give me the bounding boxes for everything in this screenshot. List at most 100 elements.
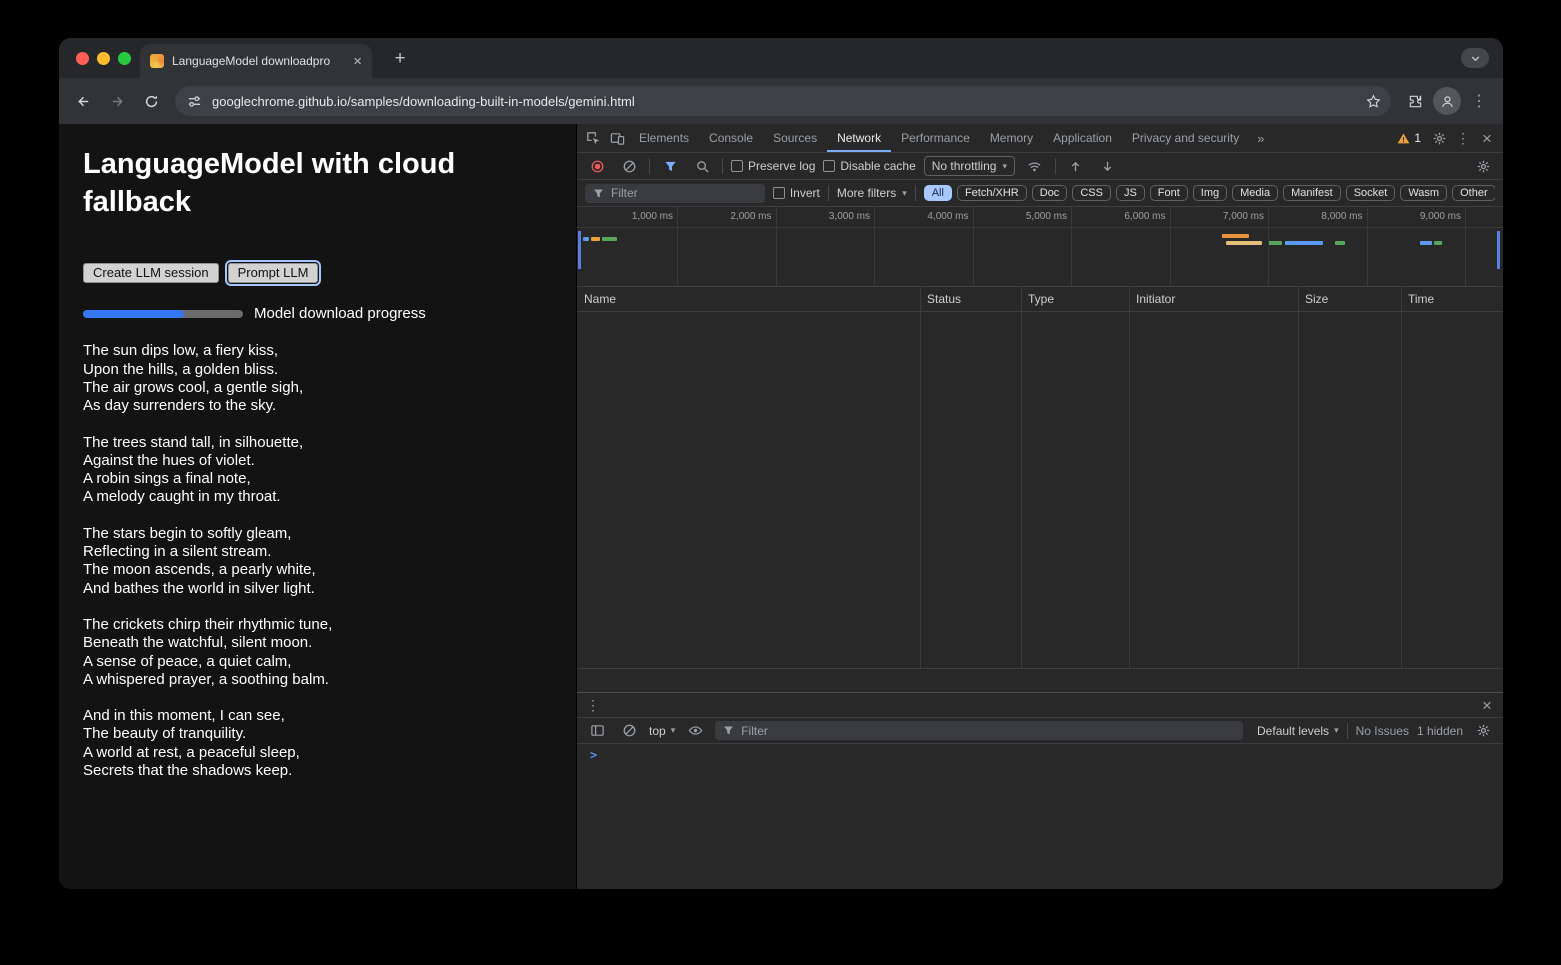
minimize-window-button[interactable] bbox=[97, 52, 110, 65]
column-divider[interactable] bbox=[920, 287, 921, 668]
console-settings-button[interactable] bbox=[1471, 720, 1495, 742]
network-conditions-icon[interactable] bbox=[1023, 155, 1047, 177]
more-filters-dropdown[interactable]: More filters ▾ bbox=[837, 186, 907, 200]
timeline-gridline bbox=[677, 207, 678, 286]
bookmark-star-icon[interactable] bbox=[1360, 88, 1386, 114]
prompt-llm-button[interactable]: Prompt LLM bbox=[228, 263, 319, 283]
filter-chip-css[interactable]: CSS bbox=[1072, 185, 1111, 201]
filter-chip-doc[interactable]: Doc bbox=[1032, 185, 1068, 201]
devtools-settings-button[interactable] bbox=[1427, 127, 1451, 149]
devtools-close-button[interactable]: × bbox=[1475, 127, 1499, 149]
filter-chip-other[interactable]: Other bbox=[1452, 185, 1495, 201]
timeline-right-handle[interactable] bbox=[1497, 231, 1500, 269]
new-tab-button[interactable]: + bbox=[387, 46, 413, 72]
filter-chip-wasm[interactable]: Wasm bbox=[1400, 185, 1447, 201]
reload-button[interactable] bbox=[135, 85, 167, 117]
console-filter-input[interactable]: Filter bbox=[715, 721, 1243, 740]
clear-console-button[interactable] bbox=[617, 720, 641, 742]
disable-cache-checkbox[interactable]: Disable cache bbox=[823, 159, 915, 173]
clear-network-log-button[interactable] bbox=[617, 155, 641, 177]
close-window-button[interactable] bbox=[76, 52, 89, 65]
issues-status[interactable]: No Issues bbox=[1356, 724, 1409, 738]
timeline-activity-bar bbox=[583, 237, 589, 241]
preserve-log-checkbox[interactable]: Preserve log bbox=[731, 159, 815, 173]
devtools-tab-privacy-and-security[interactable]: Privacy and security bbox=[1122, 124, 1249, 152]
more-panels-button[interactable]: » bbox=[1249, 131, 1272, 146]
import-har-button[interactable] bbox=[1064, 155, 1088, 177]
timeline-activity-bar bbox=[1420, 241, 1432, 245]
devtools-tab-network[interactable]: Network bbox=[827, 124, 891, 152]
hidden-messages-count[interactable]: 1 hidden bbox=[1417, 724, 1463, 738]
filter-toggle-button[interactable] bbox=[658, 155, 682, 177]
filter-chip-media[interactable]: Media bbox=[1232, 185, 1278, 201]
record-network-log-button[interactable] bbox=[585, 155, 609, 177]
column-divider[interactable] bbox=[1129, 287, 1130, 668]
timeline-left-handle[interactable] bbox=[578, 231, 581, 269]
column-divider[interactable] bbox=[1298, 287, 1299, 668]
filter-chip-img[interactable]: Img bbox=[1193, 185, 1227, 201]
forward-button[interactable] bbox=[101, 85, 133, 117]
device-toolbar-button[interactable] bbox=[605, 127, 629, 149]
address-bar[interactable]: googlechrome.github.io/samples/downloadi… bbox=[175, 86, 1391, 116]
column-divider[interactable] bbox=[1401, 287, 1402, 668]
warning-icon bbox=[1397, 132, 1410, 145]
browser-tab[interactable]: LanguageModel downloadpro × bbox=[140, 44, 372, 78]
devtools-tab-console[interactable]: Console bbox=[699, 124, 763, 152]
column-header-status[interactable]: Status bbox=[920, 292, 1021, 306]
column-header-initiator[interactable]: Initiator bbox=[1129, 292, 1298, 306]
network-summary-bar bbox=[577, 668, 1503, 692]
column-divider[interactable] bbox=[1021, 287, 1022, 668]
devtools-menu-button[interactable]: ⋮ bbox=[1451, 127, 1475, 149]
column-header-time[interactable]: Time bbox=[1401, 292, 1503, 306]
console-prompt[interactable]: > bbox=[577, 744, 1503, 765]
timeline-gridline bbox=[1268, 207, 1269, 286]
profile-avatar[interactable] bbox=[1433, 87, 1461, 115]
issues-badge[interactable]: 1 bbox=[1391, 131, 1427, 145]
site-info-icon[interactable] bbox=[187, 94, 202, 109]
create-llm-session-button[interactable]: Create LLM session bbox=[83, 263, 219, 283]
zoom-window-button[interactable] bbox=[118, 52, 131, 65]
throttling-select[interactable]: No throttling ▾ bbox=[924, 156, 1015, 176]
column-header-size[interactable]: Size bbox=[1298, 292, 1401, 306]
extensions-icon[interactable] bbox=[1399, 85, 1431, 117]
console-sidebar-button[interactable] bbox=[585, 720, 609, 742]
tab-strip: LanguageModel downloadpro × + bbox=[59, 38, 1503, 78]
console-log-area[interactable]: > bbox=[577, 744, 1503, 889]
filter-chip-font[interactable]: Font bbox=[1150, 185, 1188, 201]
search-network-button[interactable] bbox=[690, 155, 714, 177]
filter-chip-js[interactable]: JS bbox=[1116, 185, 1145, 201]
network-overview-timeline[interactable]: 1,000 ms2,000 ms3,000 ms4,000 ms5,000 ms… bbox=[577, 207, 1503, 287]
timeline-activity-bar bbox=[1222, 234, 1249, 238]
export-har-button[interactable] bbox=[1096, 155, 1120, 177]
network-settings-button[interactable] bbox=[1471, 155, 1495, 177]
column-header-type[interactable]: Type bbox=[1021, 292, 1129, 306]
drawer-menu-button[interactable]: ⋮ bbox=[581, 694, 605, 716]
live-expression-eye-icon[interactable] bbox=[683, 720, 707, 742]
log-levels-select[interactable]: Default levels ▾ bbox=[1257, 724, 1339, 738]
inspect-element-button[interactable] bbox=[581, 127, 605, 149]
devtools-tab-memory[interactable]: Memory bbox=[980, 124, 1043, 152]
back-button[interactable] bbox=[67, 85, 99, 117]
browser-menu-button[interactable]: ⋮ bbox=[1463, 85, 1495, 117]
devtools-tab-application[interactable]: Application bbox=[1043, 124, 1122, 152]
invert-checkbox[interactable]: Invert bbox=[773, 186, 820, 200]
column-header-name[interactable]: Name bbox=[577, 292, 920, 306]
tab-close-icon[interactable]: × bbox=[353, 54, 362, 69]
tab-search-button[interactable] bbox=[1461, 48, 1489, 68]
poem-stanza: The stars begin to softly gleam,Reflecti… bbox=[83, 525, 552, 598]
network-toolbar: Preserve log Disable cache No throttling… bbox=[577, 153, 1503, 180]
console-context-select[interactable]: top ▾ bbox=[649, 724, 675, 738]
timeline-activity-bar bbox=[602, 237, 617, 241]
filter-chip-socket[interactable]: Socket bbox=[1346, 185, 1396, 201]
timeline-activity-bar bbox=[591, 237, 600, 241]
timeline-gridline bbox=[1170, 207, 1171, 286]
drawer-close-button[interactable]: × bbox=[1475, 694, 1499, 716]
network-filter-input[interactable]: Filter bbox=[585, 184, 765, 203]
filter-chip-manifest[interactable]: Manifest bbox=[1283, 185, 1341, 201]
poem-stanza: And in this moment, I can see,The beauty… bbox=[83, 707, 552, 780]
devtools-tab-elements[interactable]: Elements bbox=[629, 124, 699, 152]
devtools-tab-performance[interactable]: Performance bbox=[891, 124, 980, 152]
filter-chip-all[interactable]: All bbox=[924, 185, 952, 201]
filter-chip-fetch-xhr[interactable]: Fetch/XHR bbox=[957, 185, 1027, 201]
devtools-tab-sources[interactable]: Sources bbox=[763, 124, 827, 152]
